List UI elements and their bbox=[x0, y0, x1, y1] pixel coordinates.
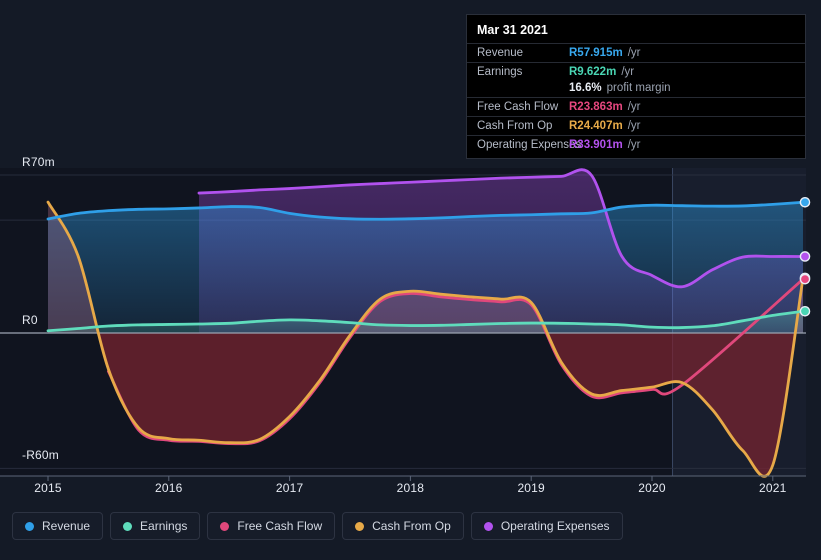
legend-item-cash-from-op[interactable]: Cash From Op bbox=[342, 512, 464, 540]
x-axis-tick-label: 2016 bbox=[155, 481, 183, 495]
chart-tooltip: Mar 31 2021 Revenue R57.915m/yr Earnings R9… bbox=[466, 14, 806, 159]
tooltip-row-label: Operating Expenses bbox=[477, 139, 582, 151]
tooltip-row-unit: /yr bbox=[627, 139, 641, 151]
legend-color-dot-icon bbox=[483, 521, 493, 531]
legend-item-earnings[interactable]: Earnings bbox=[110, 512, 201, 540]
tooltip-row-value: R9.622m bbox=[569, 66, 617, 78]
legend-item-label: Revenue bbox=[42, 519, 91, 533]
tooltip-row-value: R33.901m bbox=[569, 139, 623, 151]
legend-item-label: Operating Expenses bbox=[500, 519, 610, 533]
legend-item-label: Free Cash Flow bbox=[237, 519, 323, 533]
tooltip-row-value: R24.407m bbox=[569, 120, 623, 132]
tooltip-row-label: Free Cash Flow bbox=[477, 101, 559, 113]
tooltip-row-label: Earnings bbox=[477, 66, 523, 78]
tooltip-row-value: R23.863m bbox=[569, 101, 623, 113]
x-axis-tick-label: 2021 bbox=[759, 481, 787, 495]
tooltip-row-unit: profit margin bbox=[606, 82, 671, 94]
x-axis-tick-label: 2017 bbox=[275, 481, 304, 495]
legend-color-dot-icon bbox=[220, 521, 230, 531]
x-axis-tick-label: 2015 bbox=[34, 481, 62, 495]
chart-page: R70m R0 -R60m 2015 2016 2017 2018 2019 2020 20… bbox=[0, 0, 821, 560]
tooltip-row-label: Revenue bbox=[477, 47, 524, 59]
chart-legend[interactable]: Revenue Earnings Free Cash Flow Cash From O… bbox=[12, 512, 623, 540]
legend-item-operating-expenses[interactable]: Operating Expenses bbox=[470, 512, 623, 540]
y-axis-label-top: R70m bbox=[22, 155, 55, 169]
tooltip-row-unit: /yr bbox=[627, 47, 641, 59]
y-axis-label-bottom: -R60m bbox=[22, 448, 60, 463]
legend-color-dot-icon bbox=[25, 521, 34, 531]
tooltip-row-value: R57.915m bbox=[569, 47, 623, 59]
x-axis-tick-label: 2018 bbox=[396, 481, 425, 495]
tooltip-row: 16.6% profit margin bbox=[467, 81, 805, 97]
tooltip-row: Earnings R9.622m/yr bbox=[467, 62, 805, 81]
x-axis-tick-label: 2019 bbox=[517, 481, 545, 495]
tooltip-row: Free Cash Flow R23.863m/yr bbox=[467, 97, 805, 116]
legend-item-label: Earnings bbox=[140, 519, 188, 533]
tooltip-row-unit: /yr bbox=[627, 101, 641, 113]
legend-item-label: Cash From Op bbox=[372, 519, 451, 533]
tooltip-row-unit: /yr bbox=[621, 66, 635, 78]
tooltip-row: Operating Expenses R33.901m/yr bbox=[467, 135, 805, 154]
legend-color-dot-icon bbox=[355, 521, 365, 531]
tooltip-row-unit: /yr bbox=[627, 120, 641, 132]
tooltip-date: Mar 31 2021 bbox=[477, 23, 548, 37]
y-axis-label-zero: R0 bbox=[22, 313, 38, 327]
tooltip-row: Cash From Op R24.407m/yr bbox=[467, 116, 805, 135]
legend-item-revenue[interactable]: Revenue bbox=[12, 512, 104, 540]
tooltip-rows: Revenue R57.915m/yr Earnings R9.622m/yr 16.6… bbox=[467, 43, 805, 154]
x-axis-tick-label: 2020 bbox=[638, 481, 666, 495]
tooltip-row-label: Cash From Op bbox=[477, 120, 553, 132]
legend-color-dot-icon bbox=[123, 521, 133, 531]
tooltip-row-value: 16.6% bbox=[569, 82, 602, 94]
legend-item-free-cash-flow[interactable]: Free Cash Flow bbox=[207, 512, 336, 540]
tooltip-row: Revenue R57.915m/yr bbox=[467, 43, 805, 62]
